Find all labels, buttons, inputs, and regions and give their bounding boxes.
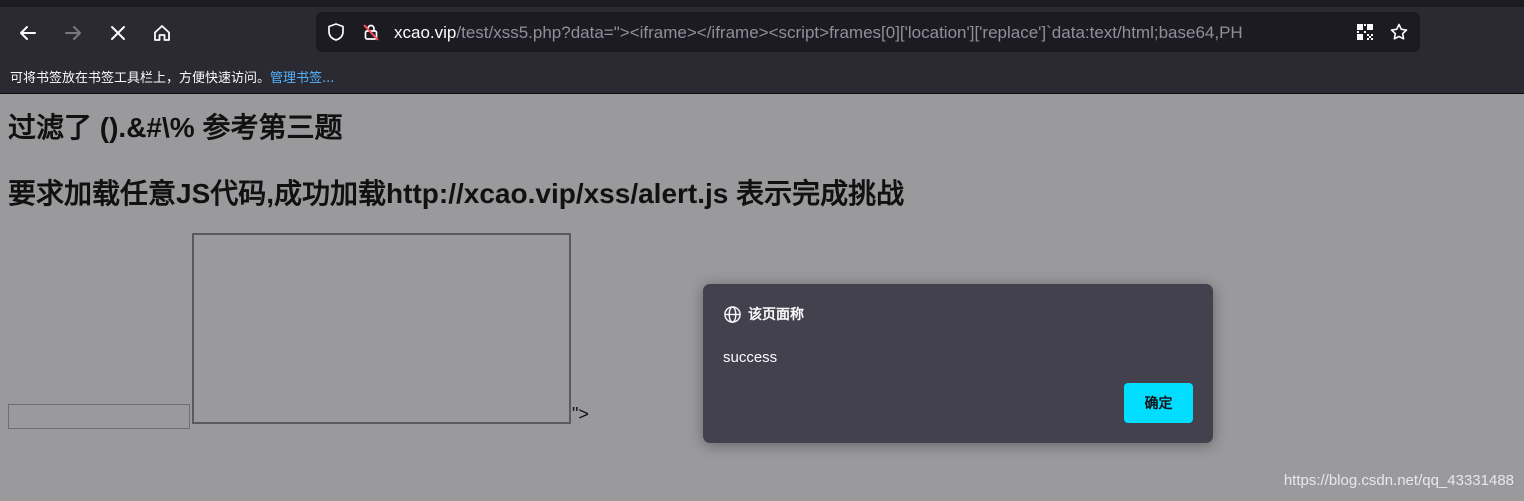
page-heading-filter: 过滤了 ().&#\% 参考第三题 bbox=[8, 112, 343, 143]
globe-icon bbox=[724, 305, 741, 323]
forward-arrow-icon bbox=[65, 26, 81, 40]
bookmark-star-icon[interactable] bbox=[1389, 22, 1409, 42]
stop-button[interactable] bbox=[101, 16, 135, 50]
insecure-lock-icon[interactable] bbox=[361, 22, 381, 42]
watermark: https://blog.csdn.net/qq_43331488 bbox=[1283, 472, 1514, 489]
back-arrow-icon bbox=[20, 26, 36, 40]
shield-icon[interactable] bbox=[326, 22, 346, 42]
window-top-strip bbox=[0, 0, 1524, 7]
url-path: /test/xss5.php?data="><iframe></iframe><… bbox=[456, 23, 1243, 42]
stop-icon bbox=[111, 26, 125, 40]
forward-button[interactable] bbox=[56, 16, 90, 50]
browser-toolbar: xcao.vip/test/xss5.php?data="><iframe></… bbox=[0, 7, 1524, 59]
page-text-input[interactable] bbox=[8, 404, 190, 429]
alert-dialog: 该页面称 success 确定 bbox=[703, 284, 1213, 443]
bookmarks-hint-text: 可将书签放在书签工具栏上，方便快速访问。 bbox=[10, 71, 271, 86]
qr-code-icon[interactable] bbox=[1355, 22, 1375, 42]
home-icon bbox=[154, 25, 170, 41]
dialog-title-text: 该页面称 bbox=[748, 307, 804, 323]
bookmarks-toolbar: 可将书签放在书签工具栏上，方便快速访问。管理书签... bbox=[0, 59, 1524, 94]
home-button[interactable] bbox=[145, 16, 179, 50]
ok-button[interactable]: 确定 bbox=[1124, 383, 1193, 423]
bookmarks-hint: 可将书签放在书签工具栏上，方便快速访问。管理书签... bbox=[10, 67, 334, 86]
dialog-message: success bbox=[723, 349, 778, 366]
injected-iframe bbox=[192, 233, 571, 424]
page-heading-challenge: 要求加载任意JS代码,成功加载http://xcao.vip/xss/alert… bbox=[8, 178, 905, 209]
url-domain: xcao.vip bbox=[394, 23, 457, 42]
trailing-text: "> bbox=[572, 404, 589, 424]
address-bar[interactable]: xcao.vip/test/xss5.php?data="><iframe></… bbox=[316, 12, 1420, 52]
dialog-title: 该页面称 bbox=[723, 304, 804, 324]
url-text[interactable]: xcao.vip/test/xss5.php?data="><iframe></… bbox=[394, 22, 1344, 44]
manage-bookmarks-link[interactable]: 管理书签... bbox=[270, 71, 334, 86]
back-button[interactable] bbox=[11, 16, 45, 50]
